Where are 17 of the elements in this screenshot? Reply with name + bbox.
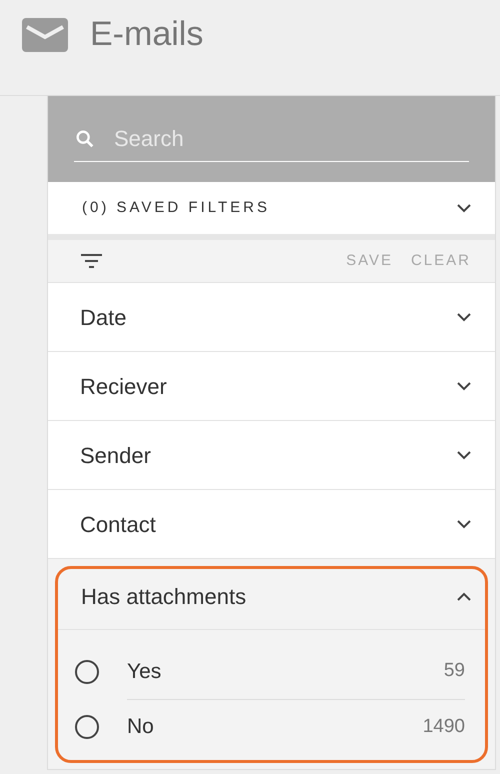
- radio-button[interactable]: [75, 660, 99, 684]
- page-title: E-mails: [90, 14, 204, 55]
- filter-section-header[interactable]: Sender: [48, 421, 495, 489]
- filter-icon: [80, 253, 103, 269]
- envelope-icon: [22, 18, 68, 52]
- radio-option[interactable]: Yes 59: [58, 644, 485, 699]
- filter-section-header[interactable]: Date: [48, 283, 495, 351]
- radio-button[interactable]: [75, 714, 99, 738]
- option-count: 1490: [422, 714, 465, 739]
- filter-section-header[interactable]: Has attachments: [58, 569, 485, 629]
- search-icon: [74, 128, 96, 150]
- search-field[interactable]: Search: [74, 116, 469, 162]
- filter-section-header[interactable]: Contact: [48, 490, 495, 558]
- radio-option[interactable]: No 1490: [58, 699, 485, 754]
- search-input[interactable]: Search: [114, 122, 414, 155]
- option-count: 59: [444, 659, 465, 684]
- filter-section-header[interactable]: Reciever: [48, 352, 495, 420]
